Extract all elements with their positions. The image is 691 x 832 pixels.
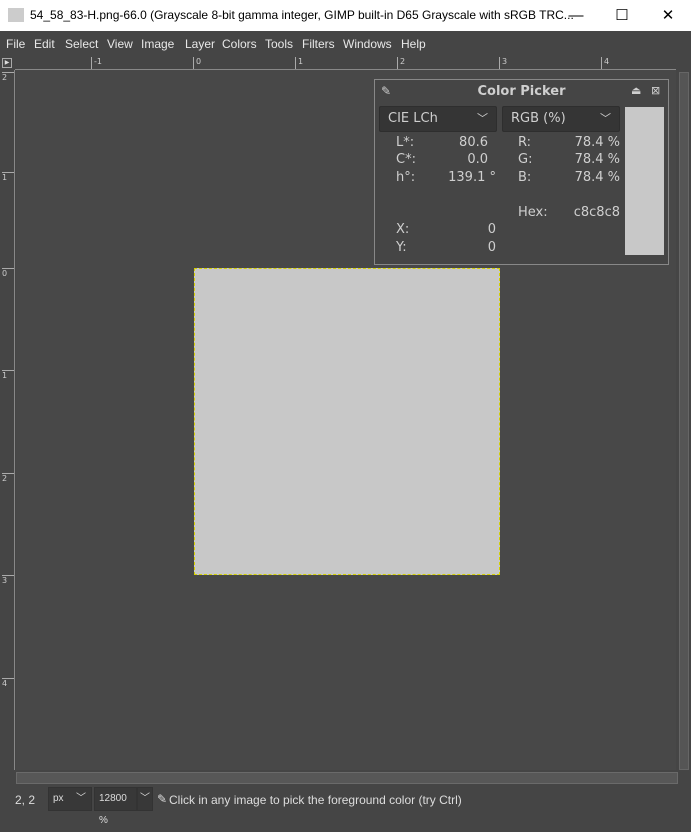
vertical-ruler: 2 1 0 1 2 3 4 <box>0 70 15 770</box>
horizontal-ruler: -1 0 1 2 3 4 <box>15 57 676 70</box>
ruler-label: -1 <box>91 57 102 69</box>
ruler-label: 1 <box>2 172 14 182</box>
l-value: 80.6 <box>459 135 488 150</box>
h-label: h°: <box>396 170 416 185</box>
b-value: 78.4 % <box>574 170 620 185</box>
dialog-title: Color Picker <box>477 84 566 99</box>
pin-icon[interactable]: ⏏ <box>631 84 641 97</box>
menu-layer[interactable]: Layer <box>185 37 215 51</box>
title-bar: 54_58_83-H.png-66.0 (Grayscale 8-bit gam… <box>0 0 691 31</box>
ruler-label: 2 <box>397 57 405 69</box>
zoom-value: 12800 % <box>99 793 127 826</box>
close-dialog-icon[interactable]: ⊠ <box>651 84 660 97</box>
h-value: 139.1 ° <box>448 170 496 185</box>
ruler-label: 3 <box>499 57 507 69</box>
g-value: 78.4 % <box>574 152 620 167</box>
hex-value: c8c8c8 <box>573 205 620 220</box>
chevron-down-icon: ﹀ <box>76 793 86 804</box>
status-message: Click in any image to pick the foregroun… <box>169 793 462 807</box>
hex-label: Hex: <box>518 205 548 220</box>
image-canvas[interactable] <box>194 268 500 575</box>
c-label: C*: <box>396 152 416 167</box>
menu-edit[interactable]: Edit <box>34 37 55 51</box>
zoom-dropdown[interactable]: ﹀ <box>137 787 153 811</box>
select-value: px <box>53 793 64 804</box>
color-space-select-1[interactable]: CIE LCh ﹀ <box>379 106 497 132</box>
ruler-label: 4 <box>601 57 609 69</box>
quick-mask-toggle[interactable]: ▶ <box>2 58 12 68</box>
window-title: 54_58_83-H.png-66.0 (Grayscale 8-bit gam… <box>30 8 574 22</box>
c-value: 0.0 <box>467 152 488 167</box>
menu-windows[interactable]: Windows <box>343 37 392 51</box>
color-swatch <box>625 107 664 255</box>
ruler-label: 3 <box>2 575 14 585</box>
vertical-scrollbar[interactable] <box>679 72 689 770</box>
ruler-label: 0 <box>193 57 201 69</box>
menu-select[interactable]: Select <box>65 37 98 51</box>
menu-view[interactable]: View <box>107 37 133 51</box>
horizontal-scrollbar[interactable] <box>16 772 678 784</box>
menu-bar: File Edit Select View Image Layer Colors… <box>0 33 691 55</box>
chevron-down-icon: ﹀ <box>140 793 150 804</box>
menu-file[interactable]: File <box>6 37 25 51</box>
ruler-label: 2 <box>2 72 14 82</box>
b-label: B: <box>518 170 532 185</box>
y-label: Y: <box>396 240 407 255</box>
ruler-label: 4 <box>2 678 14 688</box>
ruler-label: 2 <box>2 473 14 483</box>
x-value: 0 <box>487 222 496 237</box>
x-label: X: <box>396 222 410 237</box>
r-value: 78.4 % <box>574 135 620 150</box>
r-label: R: <box>518 135 532 150</box>
status-bar: 2, 2 px ﹀ 12800 % ﹀ ✎ Click in any image … <box>0 786 691 826</box>
g-label: G: <box>518 152 533 167</box>
l-label: L*: <box>396 135 415 150</box>
menu-colors[interactable]: Colors <box>222 37 257 51</box>
maximize-button[interactable]: ☐ <box>599 0 645 31</box>
close-button[interactable]: ✕ <box>645 0 691 31</box>
menu-help[interactable]: Help <box>401 37 426 51</box>
y-value: 0 <box>487 240 496 255</box>
select-value: CIE LCh <box>388 111 438 126</box>
zoom-input[interactable]: 12800 % <box>94 787 137 826</box>
minimize-button[interactable]: — <box>553 0 599 31</box>
app-icon <box>8 8 24 22</box>
menu-tools[interactable]: Tools <box>265 37 293 51</box>
color-picker-tool-icon: ✎ <box>157 792 168 806</box>
menu-image[interactable]: Image <box>141 37 174 51</box>
select-value: RGB (%) <box>511 111 566 126</box>
color-space-select-2[interactable]: RGB (%) ﹀ <box>502 106 620 132</box>
pointer-coords: 2, 2 <box>15 793 36 807</box>
menu-filters[interactable]: Filters <box>302 37 335 51</box>
color-picker-dialog: ✎ Color Picker ⏏ ⊠ CIE LCh ﹀ RGB (%) ﹀ L*:… <box>374 79 669 265</box>
chevron-down-icon: ﹀ <box>600 112 611 125</box>
ruler-label: 0 <box>2 268 14 278</box>
ruler-label: 1 <box>295 57 303 69</box>
chevron-down-icon: ﹀ <box>477 112 488 125</box>
unit-select[interactable]: px ﹀ <box>48 787 92 811</box>
ruler-label: 1 <box>2 370 14 380</box>
